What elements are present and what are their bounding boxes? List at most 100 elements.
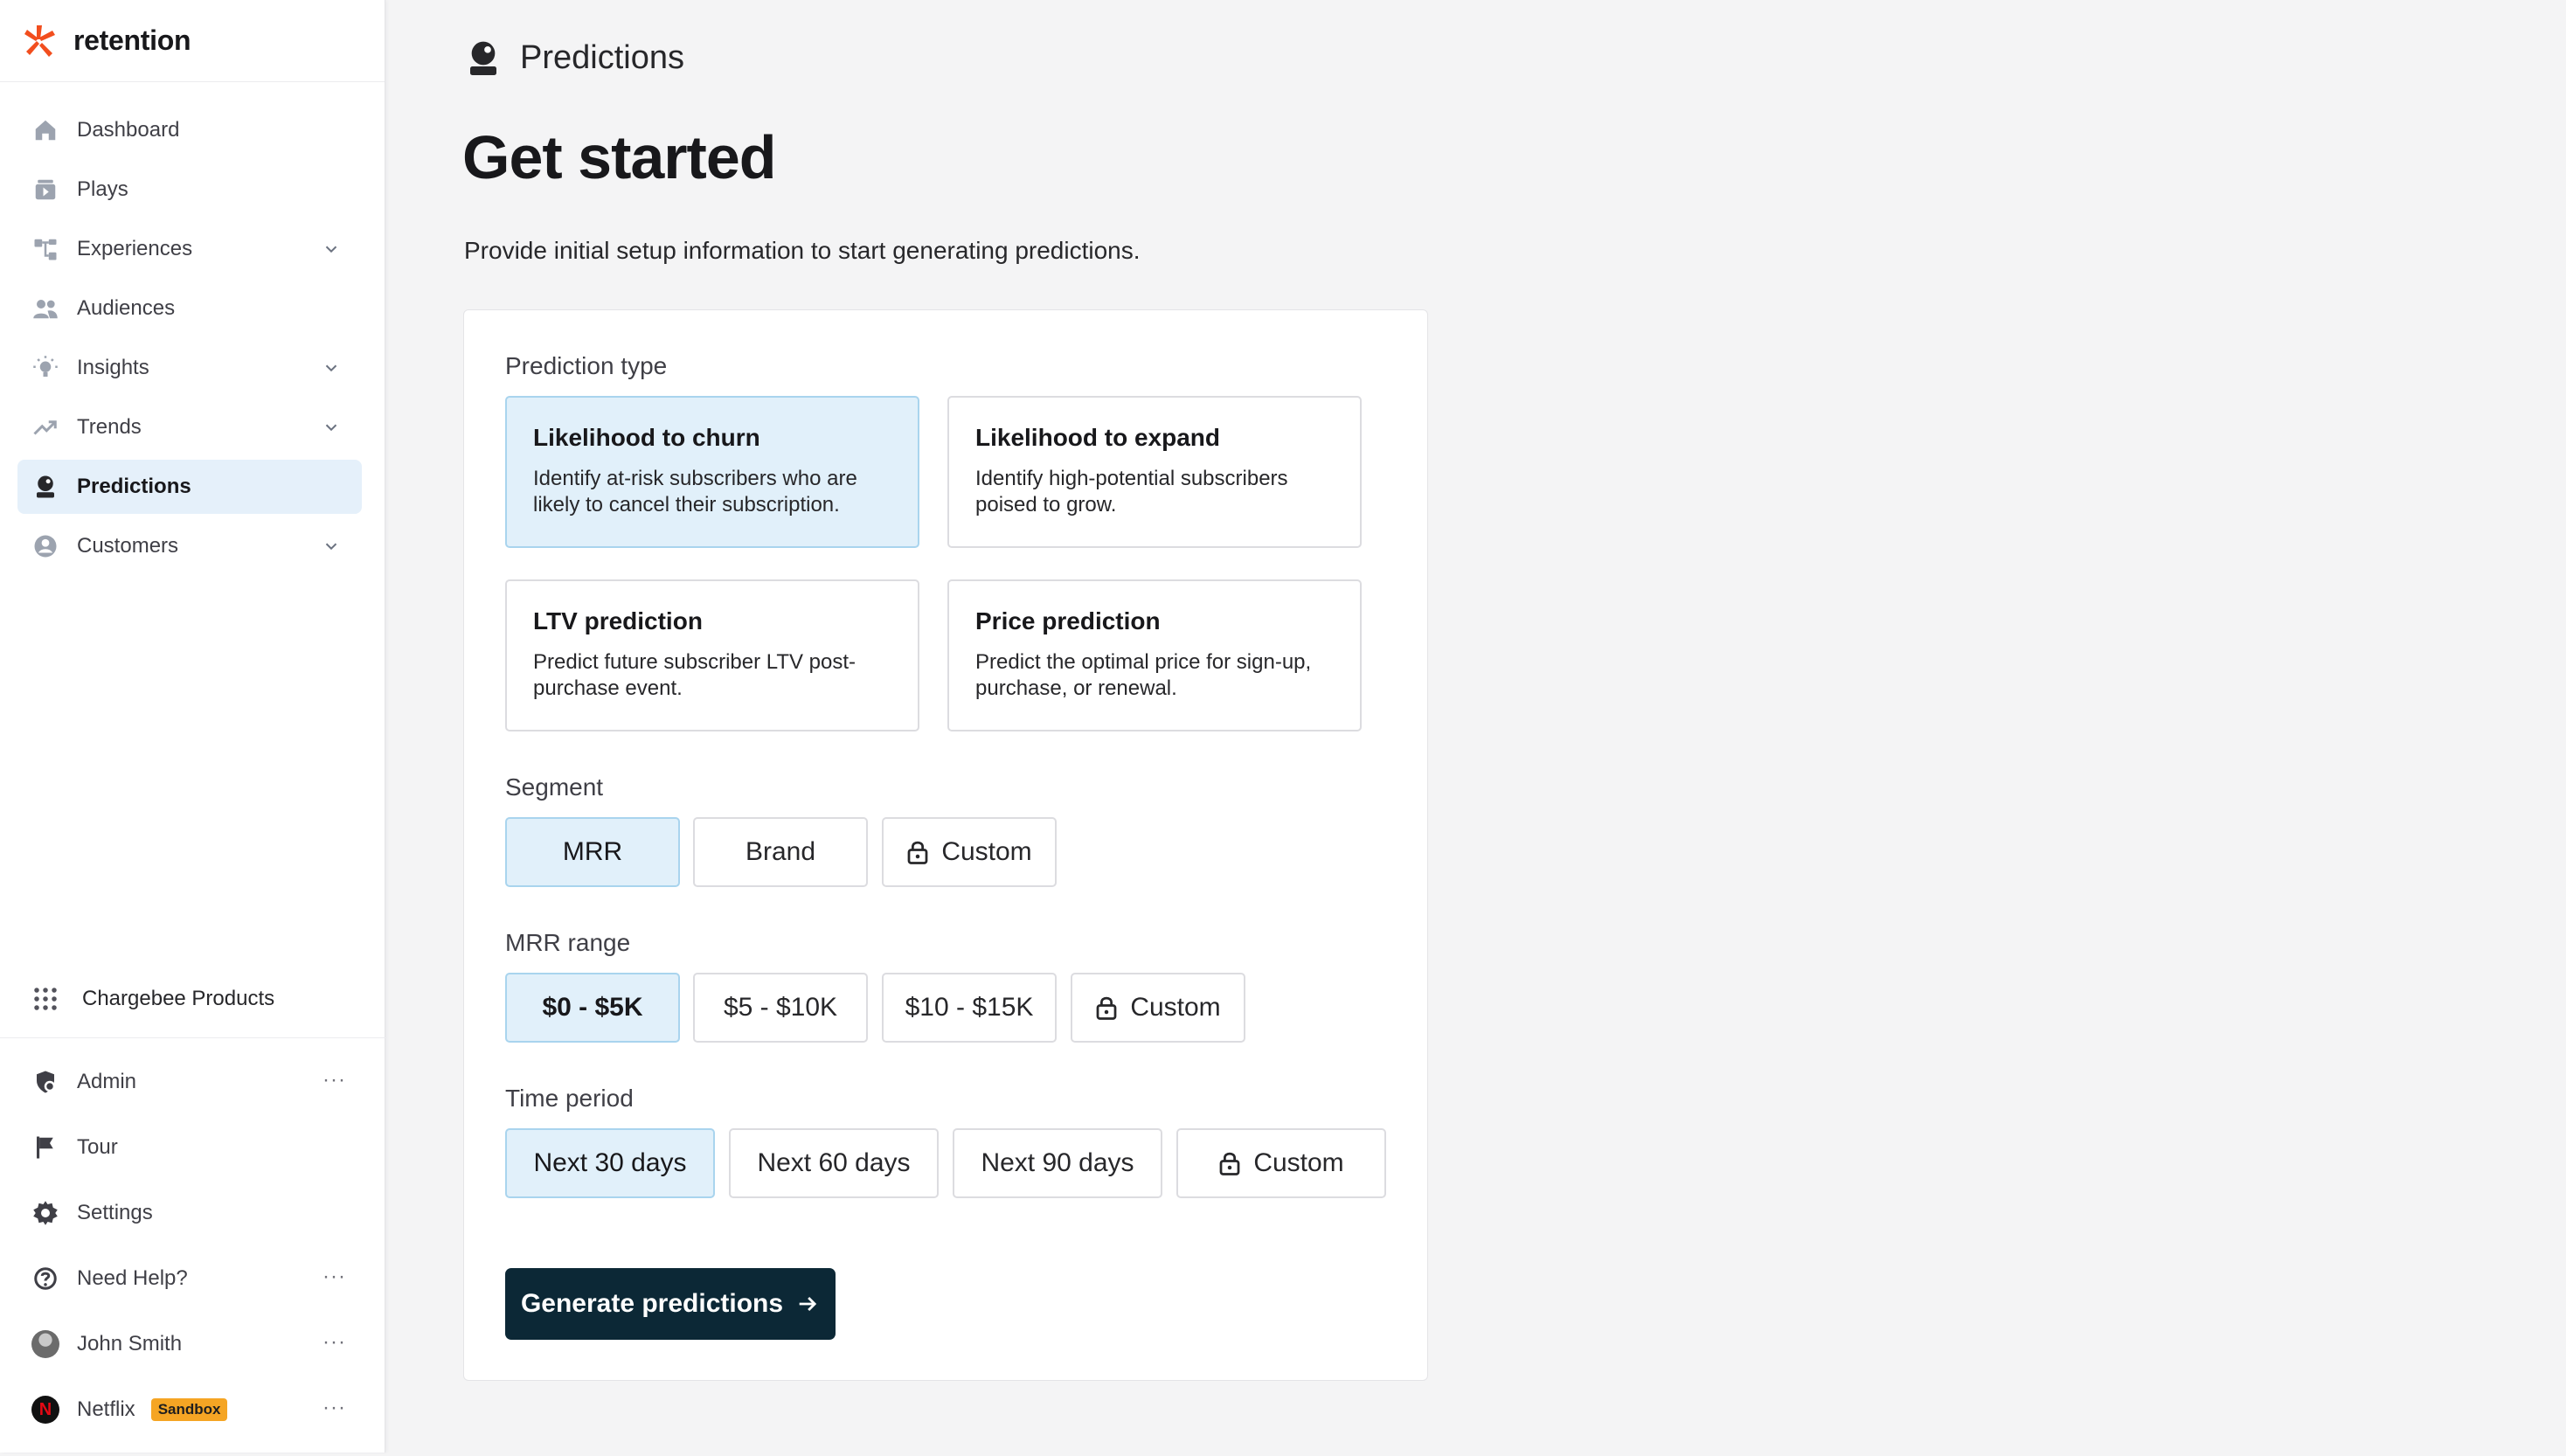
experiences-icon (31, 235, 59, 263)
page-header: Predictions (466, 38, 684, 77)
sidebar-item-predictions[interactable]: Predictions (17, 460, 362, 514)
sidebar-item-label: Predictions (77, 475, 191, 498)
mrr-option-5-10k[interactable]: $5 - $10K (693, 973, 868, 1043)
main-nav: Dashboard Plays Experiences Audiences In… (17, 103, 362, 579)
predictions-icon (31, 473, 59, 501)
help-icon (31, 1265, 59, 1293)
avatar (31, 1330, 59, 1358)
products-label: Chargebee Products (82, 987, 275, 1010)
option-label: Custom (1130, 993, 1221, 1022)
time-option-30[interactable]: Next 30 days (505, 1128, 715, 1198)
tile-title: Likelihood to churn (533, 424, 760, 451)
option-label: Custom (941, 837, 1032, 866)
segment-option-custom[interactable]: Custom (882, 817, 1057, 887)
option-label: $5 - $10K (723, 993, 838, 1022)
netflix-logo-icon: N (31, 1396, 59, 1424)
sidebar-divider (0, 1037, 385, 1038)
sidebar-item-insights[interactable]: Insights (17, 341, 362, 395)
sidebar-item-label: Experiences (77, 237, 193, 260)
option-label: MRR (562, 837, 623, 866)
admin-shield-icon (31, 1068, 59, 1096)
chevron-down-icon[interactable] (322, 418, 341, 437)
mrr-range-label: MRR range (505, 929, 631, 956)
tile-title: LTV prediction (533, 607, 703, 634)
flag-icon (31, 1134, 59, 1161)
sidebar-item-label: Settings (77, 1201, 153, 1224)
sidebar-item-settings[interactable]: Settings (17, 1185, 362, 1241)
sidebar-item-account[interactable]: N Netflix Sandbox ··· (17, 1382, 362, 1438)
sidebar-item-label: Tour (77, 1135, 118, 1159)
sandbox-badge: Sandbox (150, 1398, 228, 1421)
gear-icon (31, 1199, 59, 1227)
retention-logo-icon (24, 24, 55, 57)
sidebar-item-label: Insights (77, 356, 149, 379)
option-label: Custom (1253, 1148, 1344, 1177)
option-label: Next 60 days (757, 1148, 911, 1177)
user-circle-icon (31, 532, 59, 560)
time-option-60[interactable]: Next 60 days (729, 1128, 939, 1198)
option-label: Brand (745, 837, 816, 866)
sidebar-item-user[interactable]: John Smith ··· (17, 1316, 362, 1372)
option-label: Next 90 days (981, 1148, 1134, 1177)
sidebar: retention Dashboard Plays Experiences Au… (0, 0, 385, 1453)
more-icon[interactable]: ··· (322, 1332, 346, 1353)
generate-predictions-button[interactable]: Generate predictions (505, 1268, 836, 1340)
type-tile-ltv[interactable]: LTV prediction Predict future subscriber… (505, 579, 919, 731)
mrr-option-10-15k[interactable]: $10 - $15K (882, 973, 1057, 1043)
sidebar-item-trends[interactable]: Trends (17, 400, 362, 454)
time-option-90[interactable]: Next 90 days (953, 1128, 1162, 1198)
arrow-right-icon (799, 1297, 817, 1311)
sidebar-item-help[interactable]: Need Help? ··· (17, 1251, 362, 1307)
type-tile-price[interactable]: Price prediction Predict the optimal pri… (947, 579, 1362, 731)
sidebar-item-customers[interactable]: Customers (17, 519, 362, 573)
prediction-type-label: Prediction type (505, 352, 668, 379)
chevron-down-icon[interactable] (322, 239, 341, 259)
lock-icon (1096, 996, 1117, 1020)
page-title: Get started (462, 123, 777, 191)
grid-icon (31, 985, 59, 1013)
sidebar-item-label: Need Help? (77, 1266, 188, 1290)
sidebar-item-tour[interactable]: Tour (17, 1120, 362, 1175)
chevron-down-icon[interactable] (322, 358, 341, 378)
type-tile-churn[interactable]: Likelihood to churn Identify at-risk sub… (505, 396, 919, 548)
more-icon[interactable]: ··· (322, 1266, 346, 1287)
segment-option-brand[interactable]: Brand (693, 817, 868, 887)
home-icon (31, 116, 59, 144)
time-period-label: Time period (505, 1085, 634, 1112)
chargebee-products[interactable]: Chargebee Products (17, 972, 362, 1026)
users-icon (31, 295, 59, 322)
user-name: John Smith (77, 1332, 183, 1355)
sidebar-item-admin[interactable]: Admin ··· (17, 1054, 362, 1110)
predictions-icon (470, 41, 496, 75)
chevron-down-icon[interactable] (322, 537, 341, 556)
more-icon[interactable]: ··· (322, 1397, 346, 1418)
sidebar-bottom: Admin ··· Tour Settings Need Help? ··· J… (17, 1054, 362, 1447)
sidebar-item-experiences[interactable]: Experiences (17, 222, 362, 276)
segment-label: Segment (505, 773, 604, 801)
more-icon[interactable]: ··· (322, 1070, 346, 1091)
plays-icon (31, 176, 59, 204)
brand[interactable]: retention (0, 0, 385, 82)
cta-label: Generate predictions (520, 1289, 784, 1318)
tile-description: Identify at-risk subscribers who are lik… (533, 467, 857, 517)
sidebar-item-plays[interactable]: Plays (17, 163, 362, 217)
header-title: Predictions (520, 38, 684, 76)
lock-icon (1219, 1152, 1240, 1175)
tile-description: Predict the optimal price for sign-up, p… (975, 650, 1312, 700)
tile-description: Predict future subscriber LTV post-purch… (533, 650, 856, 700)
trend-up-icon (31, 413, 59, 441)
segment-option-mrr[interactable]: MRR (505, 817, 680, 887)
time-option-custom[interactable]: Custom (1176, 1128, 1386, 1198)
option-label: $0 - $5K (542, 993, 643, 1022)
lightbulb-icon (31, 354, 59, 382)
lock-icon (907, 841, 928, 864)
page-subtitle: Provide initial setup information to sta… (464, 237, 1141, 264)
type-tile-expand[interactable]: Likelihood to expand Identify high-poten… (947, 396, 1362, 548)
sidebar-item-audiences[interactable]: Audiences (17, 281, 362, 336)
tile-description: Identify high-potential subscribers pois… (975, 467, 1288, 517)
sidebar-item-dashboard[interactable]: Dashboard (17, 103, 362, 157)
mrr-option-0-5k[interactable]: $0 - $5K (505, 973, 680, 1043)
tile-title: Likelihood to expand (975, 424, 1221, 451)
sidebar-item-label: Trends (77, 415, 142, 439)
mrr-option-custom[interactable]: Custom (1071, 973, 1245, 1043)
